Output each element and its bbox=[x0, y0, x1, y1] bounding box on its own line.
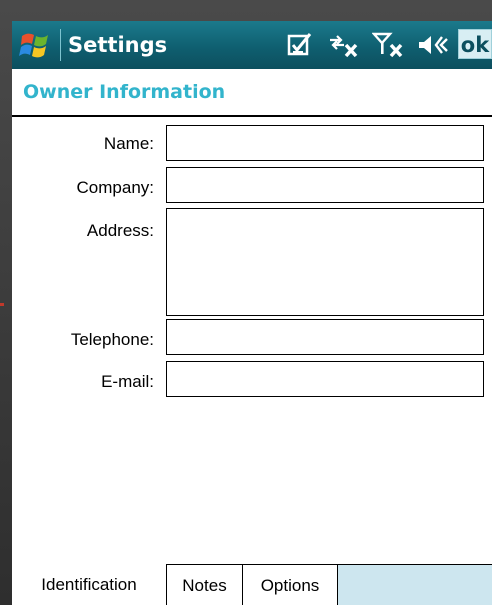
section-header: Owner Information bbox=[12, 69, 492, 117]
company-label: Company: bbox=[76, 178, 154, 197]
device-screen: Settings ok Owner Information Name: Comp… bbox=[12, 21, 492, 605]
ok-button[interactable]: ok bbox=[458, 29, 492, 59]
tasks-icon[interactable] bbox=[286, 31, 314, 59]
name-label: Name: bbox=[103, 134, 154, 153]
title-divider bbox=[60, 29, 61, 61]
email-label: E-mail: bbox=[101, 372, 154, 391]
section-title: Owner Information bbox=[23, 81, 226, 103]
windows-start-icon[interactable] bbox=[18, 27, 54, 63]
address-field[interactable] bbox=[166, 208, 484, 316]
signal-off-icon[interactable] bbox=[372, 31, 406, 59]
volume-icon[interactable] bbox=[416, 31, 450, 59]
name-field[interactable] bbox=[166, 125, 484, 161]
telephone-field[interactable] bbox=[166, 319, 484, 355]
title-bar: Settings ok bbox=[12, 21, 492, 69]
app-title: Settings bbox=[68, 33, 168, 57]
connectivity-off-icon[interactable] bbox=[328, 31, 362, 59]
telephone-label: Telephone: bbox=[70, 330, 154, 349]
email-field[interactable] bbox=[166, 361, 484, 397]
backdrop-marker bbox=[0, 303, 4, 306]
address-label: Address: bbox=[86, 221, 154, 240]
tab-identification[interactable]: Identification bbox=[12, 563, 167, 605]
tab-bar: Identification Notes Options bbox=[12, 563, 492, 605]
company-field[interactable] bbox=[166, 167, 484, 203]
tab-notes[interactable]: Notes bbox=[167, 563, 243, 605]
tab-options[interactable]: Options bbox=[243, 563, 338, 605]
